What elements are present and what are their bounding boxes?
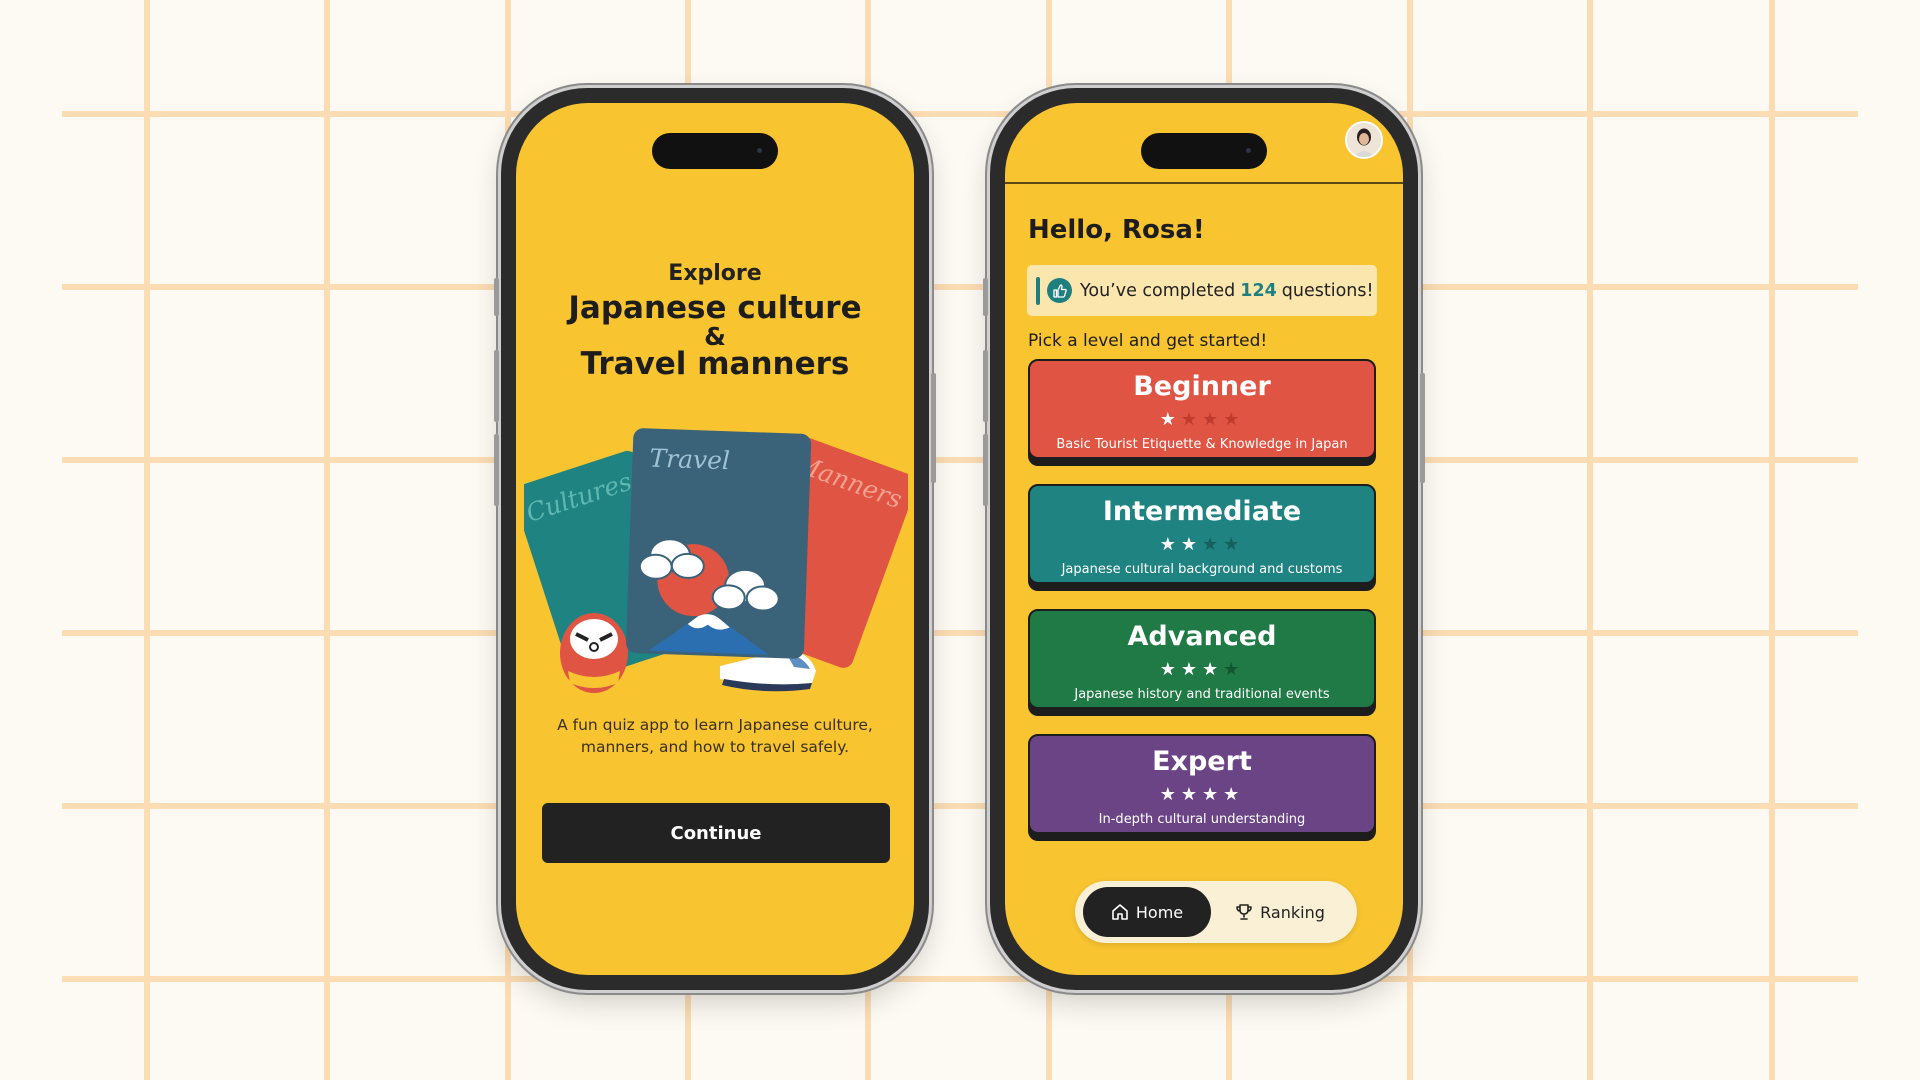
tab-ranking-label: Ranking xyxy=(1260,902,1325,922)
phone-intro: Explore Japanese culture & Travel manner… xyxy=(494,88,936,990)
level-stars: ★★★★ xyxy=(1030,784,1374,805)
star-filled-icon: ★ xyxy=(1180,534,1202,555)
title-line-1: Japanese culture xyxy=(568,290,862,326)
greeting: Hello, Rosa! xyxy=(1028,215,1205,245)
avatar-photo xyxy=(1347,123,1381,157)
star-filled-icon: ★ xyxy=(1159,784,1181,805)
thumbs-up-icon xyxy=(1047,278,1072,303)
quiz-cards-illustration: Manners Cultures Travel xyxy=(524,428,908,693)
star-empty-icon: ★ xyxy=(1202,409,1224,430)
level-stars: ★★★★ xyxy=(1030,534,1374,555)
pick-level-prompt: Pick a level and get started! xyxy=(1028,331,1268,351)
dynamic-island xyxy=(1141,133,1267,169)
trophy-icon xyxy=(1236,904,1252,920)
title-line-2: Travel manners xyxy=(580,346,850,382)
level-description: Japanese cultural background and customs xyxy=(1061,562,1343,577)
level-card-beginner[interactable]: Beginner ★★★★ Basic Tourist Etiquette & … xyxy=(1028,359,1376,459)
level-name: Expert xyxy=(1152,746,1252,777)
star-filled-icon: ★ xyxy=(1159,409,1181,430)
house-icon xyxy=(1112,904,1128,920)
avatar[interactable] xyxy=(1345,121,1383,159)
home-screen: Hello, Rosa! You’ve completed 124 questi… xyxy=(1005,103,1403,975)
continue-button[interactable]: Continue xyxy=(542,803,890,863)
level-stars: ★★★★ xyxy=(1030,659,1374,680)
completed-banner: You’ve completed 124 questions! xyxy=(1027,265,1377,316)
daruma-illustration xyxy=(560,613,628,693)
background-grid xyxy=(62,0,1858,1080)
level-card-intermediate[interactable]: Intermediate ★★★★ Japanese cultural back… xyxy=(1028,484,1376,584)
tab-home-label: Home xyxy=(1135,902,1184,922)
description-line-2: manners, and how to travel safely. xyxy=(580,738,850,756)
star-empty-icon: ★ xyxy=(1223,659,1245,680)
bottom-tab-bar: Home Ranking xyxy=(1075,881,1357,943)
level-card-expert[interactable]: Expert ★★★★ In-depth cultural understand… xyxy=(1028,734,1376,834)
level-name: Intermediate xyxy=(1102,496,1302,527)
star-filled-icon: ★ xyxy=(1159,659,1181,680)
level-description: Japanese history and traditional events xyxy=(1074,687,1330,702)
star-filled-icon: ★ xyxy=(1159,534,1181,555)
level-description: In-depth cultural understanding xyxy=(1098,812,1306,827)
explore-label: Explore xyxy=(668,261,762,286)
completed-count: 124 xyxy=(1240,280,1277,301)
intro-description: A fun quiz app to learn Japanese culture… xyxy=(546,714,884,758)
travel-card-label: Travel xyxy=(649,444,730,476)
intro-screen: Explore Japanese culture & Travel manner… xyxy=(516,103,914,975)
star-filled-icon: ★ xyxy=(1223,784,1245,805)
intro-title: Japanese culture & Travel manners xyxy=(516,293,914,380)
star-filled-icon: ★ xyxy=(1202,784,1224,805)
completed-prefix: You’ve completed xyxy=(1080,280,1236,301)
star-empty-icon: ★ xyxy=(1223,409,1245,430)
star-filled-icon: ★ xyxy=(1180,784,1202,805)
level-card-advanced[interactable]: Advanced ★★★★ Japanese history and tradi… xyxy=(1028,609,1376,709)
description-line-1: A fun quiz app to learn Japanese culture… xyxy=(557,716,873,734)
star-filled-icon: ★ xyxy=(1180,659,1202,680)
travel-card: Travel xyxy=(626,428,812,659)
tab-home[interactable]: Home xyxy=(1083,887,1211,937)
phone-home: Hello, Rosa! You’ve completed 124 questi… xyxy=(983,88,1425,990)
completed-suffix: questions! xyxy=(1281,280,1374,301)
level-name: Advanced xyxy=(1127,621,1277,652)
dynamic-island xyxy=(652,133,778,169)
star-empty-icon: ★ xyxy=(1180,409,1202,430)
star-empty-icon: ★ xyxy=(1223,534,1245,555)
level-name: Beginner xyxy=(1133,371,1271,402)
star-filled-icon: ★ xyxy=(1202,659,1224,680)
level-stars: ★★★★ xyxy=(1030,409,1374,430)
level-description: Basic Tourist Etiquette & Knowledge in J… xyxy=(1056,437,1348,452)
banner-accent-bar xyxy=(1036,276,1040,305)
star-empty-icon: ★ xyxy=(1202,534,1224,555)
tab-ranking[interactable]: Ranking xyxy=(1215,887,1345,937)
header-divider xyxy=(1005,182,1403,184)
